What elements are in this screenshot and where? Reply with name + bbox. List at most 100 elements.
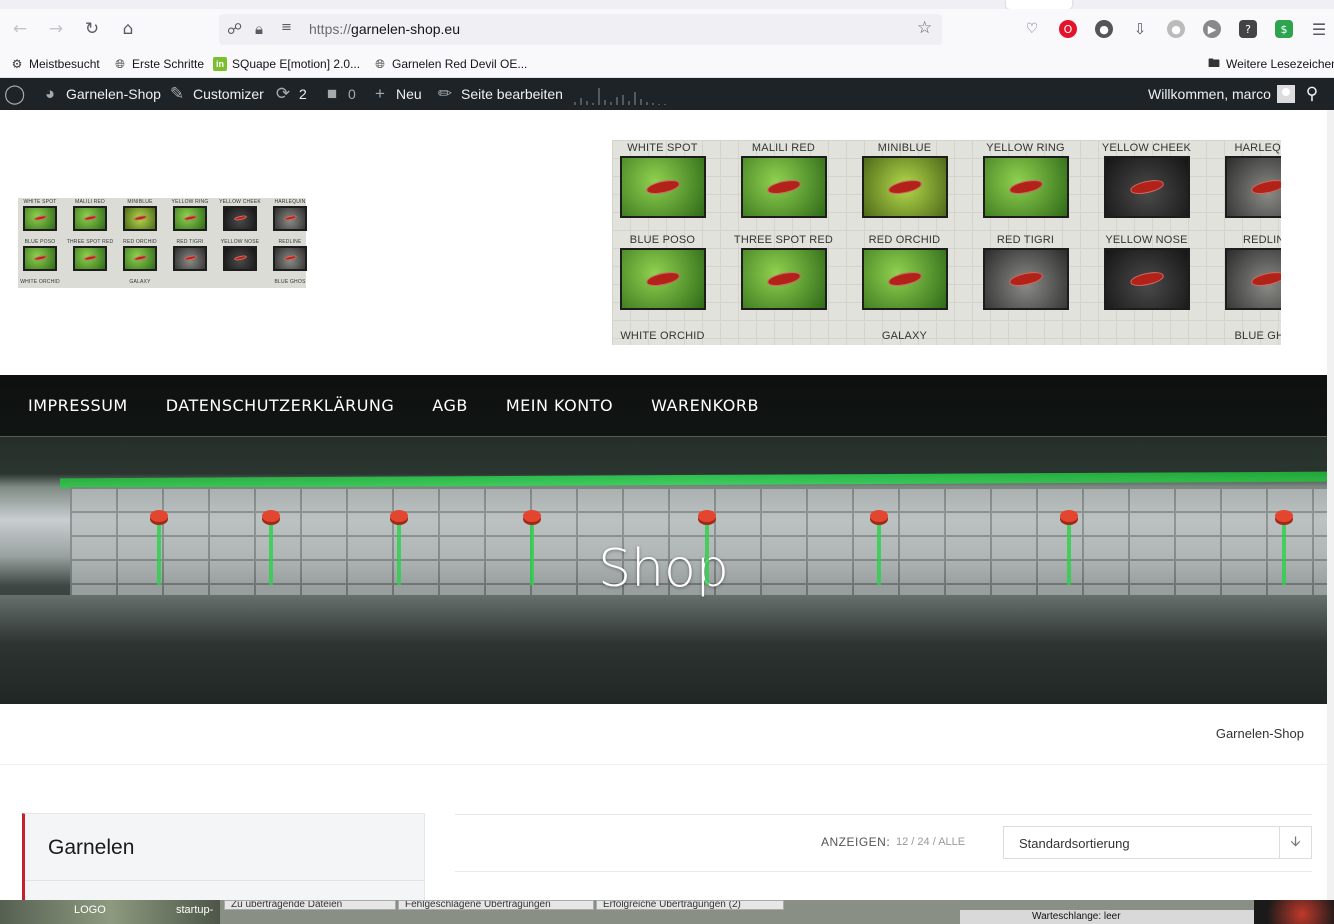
bookmark-meistbesucht[interactable]: ⚙ Meistbesucht <box>10 55 100 73</box>
ftp-tab-failed[interactable]: Fehlgeschlagene Übertragungen <box>398 900 594 910</box>
admin-updates[interactable]: ⟳ 2 <box>273 78 307 110</box>
banner-shrimp-cell: THREE SPOT RED <box>65 238 115 271</box>
shrimp-photo <box>123 246 157 271</box>
reload-icon[interactable]: ↻ <box>80 17 104 41</box>
shrimp-variety-label: WHITE SPOT <box>627 142 698 154</box>
bookmark-squape[interactable]: in SQuape E[motion] 2.0... <box>213 55 360 73</box>
active-browser-tab[interactable] <box>1006 0 1072 9</box>
page-scrollbar[interactable] <box>1327 110 1334 900</box>
nav-warenkorb[interactable]: WARENKORB <box>651 396 759 415</box>
admin-site-name[interactable]: ◕ Garnelen-Shop <box>40 78 161 110</box>
aquarium-valve <box>150 510 168 522</box>
extension-grey-icon[interactable]: ● <box>1167 20 1185 38</box>
banner-shrimp-cell: YELLOW RING <box>965 140 1086 218</box>
bookmarks-toolbar: ⚙ Meistbesucht 🌐︎ Erste Schritte in SQua… <box>0 50 1334 78</box>
banner-shrimp-cell: WHITE SPOT <box>612 140 723 218</box>
globe-icon: 🌐︎ <box>375 56 385 71</box>
bookmark-garnelen-red-devil[interactable]: 🌐︎ Garnelen Red Devil OE... <box>373 55 527 73</box>
updates-count: 2 <box>299 86 307 102</box>
back-icon[interactable]: ← <box>8 17 32 41</box>
pocket-icon[interactable]: ♡ <box>1023 20 1041 38</box>
desktop-startup-label[interactable]: startup- <box>176 904 213 916</box>
shrimp-photo <box>273 206 307 231</box>
help-extension-icon[interactable]: ? <box>1239 20 1257 38</box>
banner-shrimp-cell: MINIBLUE <box>115 198 165 231</box>
ftp-tab-queue[interactable]: Zu übertragende Dateien <box>224 900 396 910</box>
banner-shrimp-cell: YELLOW CHEEK <box>1086 140 1207 218</box>
shrimp-variety-label: YELLOW RING <box>171 199 209 205</box>
stats-sparkline[interactable] <box>573 86 670 106</box>
shrimp-photo <box>73 246 107 271</box>
shrimp-variety-label: YELLOW RING <box>986 142 1065 154</box>
url-bar[interactable]: ☍ 🔒︎ ≡ https://garnelen-shop.eu ☆ <box>219 14 942 45</box>
ftp-tab-success[interactable]: Erfolgreiche Übertragungen (2) <box>596 900 784 910</box>
extension-icon[interactable]: ● <box>1095 20 1113 38</box>
admin-edit-page[interactable]: ✏︎ Seite bearbeiten <box>435 78 563 110</box>
nav-agb[interactable]: AGB <box>432 396 468 415</box>
header-banner-image: WHITE SPOT MALILI RED MINIBLUE YELLOW RING Y… <box>612 140 1281 345</box>
forward-icon[interactable]: → <box>44 17 68 41</box>
nav-mein-konto[interactable]: MEIN KONTO <box>506 396 613 415</box>
folder-icon: 🖿︎ <box>1207 55 1220 70</box>
pencil-icon: ✏︎ <box>437 84 453 103</box>
wordpress-logo-icon[interactable]: ◯ <box>4 78 25 110</box>
ftp-status-bar: Warteschlange: leer <box>960 910 1254 924</box>
aquarium-light-strip <box>60 471 1327 489</box>
banner-shrimp-cell: YELLOW NOSE <box>215 238 265 271</box>
opera-extension-icon[interactable]: O <box>1059 20 1077 38</box>
shrimp-variety-label: GALAXY <box>881 330 928 342</box>
aquarium-valve <box>262 510 280 522</box>
admin-customizer[interactable]: ✎ Customizer <box>167 78 264 110</box>
site-logo[interactable]: WHITE SPOT MALILI RED MINIBLUE YELLOW RING Y… <box>15 198 307 288</box>
desktop-thumbnail <box>1254 900 1334 924</box>
avatar <box>1276 85 1295 103</box>
permissions-icon[interactable]: ≡ <box>281 20 292 35</box>
admin-welcome-label: Willkommen, marco <box>1148 86 1271 102</box>
sort-select[interactable]: Standardsortierung 🡫︎ <box>1003 826 1312 859</box>
admin-comments[interactable]: ■ 0 <box>322 78 356 110</box>
shrimp-photo <box>982 156 1069 218</box>
shrimp-variety-label: YELLOW CHEEK <box>1101 142 1192 154</box>
green-extension-icon[interactable]: $ <box>1275 20 1293 38</box>
admin-new[interactable]: + Neu <box>370 78 422 110</box>
nav-datenschutz[interactable]: DATENSCHUTZERKLÄRUNG <box>166 396 395 415</box>
banner-shrimp-cell: MALILI RED <box>65 198 115 231</box>
shield-icon[interactable]: ☍ <box>227 20 242 38</box>
products-per-page-label: ANZEIGEN: <box>821 835 891 849</box>
lock-icon[interactable]: 🔒︎ <box>255 20 263 38</box>
shrimp-variety-label: RED ORCHID <box>123 239 157 245</box>
admin-site-name-label: Garnelen-Shop <box>66 86 161 102</box>
shrimp-variety-label: YELLOW CHEEK <box>219 199 261 205</box>
shrimp-photo <box>1224 248 1281 310</box>
bookmark-erste-schritte[interactable]: 🌐︎ Erste Schritte <box>113 55 204 73</box>
aquarium-pipe <box>705 515 709 585</box>
shrimp-variety-label: BLUE POSO <box>629 234 696 246</box>
media-extension-icon[interactable]: ▶ <box>1203 20 1221 38</box>
gear-icon: ⚙ <box>11 57 23 71</box>
banner-shrimp-cell: WHITE SPOT <box>15 198 65 231</box>
banner-shrimp-cell: RED TIGRI <box>165 238 215 271</box>
aquarium-pipe <box>1067 515 1071 585</box>
shrimp-variety-label: REDLINE <box>1242 234 1281 246</box>
banner-shrimp-cell: BLUE POSO <box>612 232 723 310</box>
bookmark-star-icon[interactable]: ☆ <box>917 18 932 38</box>
os-taskbar: LOGO startup- Zu übertragende Dateien Fe… <box>0 900 1334 924</box>
breadcrumb-link[interactable]: Garnelen-Shop <box>1216 726 1304 741</box>
shrimp-photo <box>1103 156 1190 218</box>
products-per-page-options[interactable]: 12 / 24 / ALLE <box>896 836 965 848</box>
menu-hamburger-icon[interactable]: ☰ <box>1310 20 1328 39</box>
download-icon[interactable]: ⇩ <box>1131 20 1149 38</box>
url-text[interactable]: https://garnelen-shop.eu <box>309 21 460 37</box>
desktop-logo-label[interactable]: LOGO <box>74 904 106 916</box>
banner-shrimp-cell: YELLOW NOSE <box>1086 232 1207 310</box>
shrimp-photo <box>861 248 948 310</box>
admin-search-icon[interactable]: ⚲ <box>1302 78 1322 110</box>
shrimp-variety-label: RED ORCHID <box>868 234 941 246</box>
banner-shrimp-cell: YELLOW RING <box>165 198 215 231</box>
nav-impressum[interactable]: IMPRESSUM <box>28 396 128 415</box>
other-bookmarks-folder[interactable]: 🖿︎ Weitere Lesezeichen <box>1207 55 1334 73</box>
shrimp-variety-label: REDLINE <box>278 239 302 245</box>
shrimp-photo <box>273 246 307 271</box>
admin-account[interactable]: Willkommen, marco <box>1148 78 1295 110</box>
home-icon[interactable]: ⌂ <box>116 17 140 41</box>
